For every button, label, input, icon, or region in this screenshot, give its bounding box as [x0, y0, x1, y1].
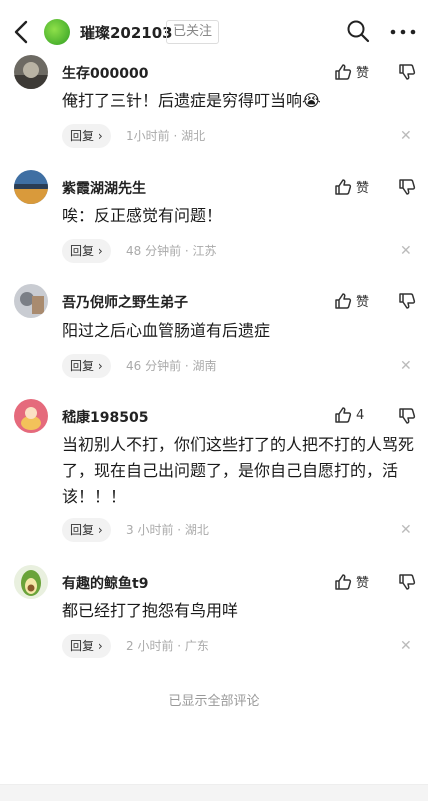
all-comments-shown-label: 已显示全部评论 [168, 694, 260, 709]
account-name[interactable]: 璀璨202103 [80, 22, 173, 43]
close-icon[interactable]: ✕ [400, 518, 412, 542]
like-count: 赞 [356, 66, 370, 81]
like-count: 赞 [356, 576, 370, 591]
comment-text: 阳过之后心血管肠道有后遗症 [62, 321, 271, 340]
comment-meta: 1小时前 · 湖北 [126, 129, 206, 143]
thumbs-up-icon [335, 407, 352, 423]
comment-location: 广东 [184, 639, 209, 653]
reply-label: 回复 [70, 129, 95, 143]
user-avatar[interactable] [14, 565, 48, 599]
thumbs-up-icon [335, 292, 352, 309]
thumbs-down-icon[interactable] [398, 292, 416, 310]
reply-button[interactable]: 回复 › [62, 634, 111, 658]
reply-button[interactable]: 回复 › [62, 124, 111, 148]
close-icon[interactable]: ✕ [400, 634, 412, 658]
comment-meta: 46 分钟前 · 湖南 [126, 359, 217, 373]
comment-meta: 48 分钟前 · 江苏 [126, 244, 217, 258]
like-button[interactable]: 4 [334, 406, 364, 424]
comment-time: 46 分钟前 [126, 359, 182, 373]
comment-time: 3 小时前 [126, 523, 174, 537]
comment-meta: 2 小时前 · 广东 [126, 639, 209, 653]
comment-text: 都已经打了抱怨有鸟用咩 [62, 601, 239, 620]
thumbs-down-icon[interactable] [398, 573, 416, 591]
close-icon[interactable]: ✕ [400, 239, 412, 263]
comment-text: 唉：反正感觉有问题！ [62, 206, 223, 225]
comment-location: 湖南 [192, 359, 217, 373]
user-avatar[interactable] [14, 170, 48, 204]
reply-label: 回复 [70, 359, 95, 373]
thumbs-down-icon[interactable] [398, 407, 416, 425]
like-button[interactable]: 赞 [334, 291, 369, 310]
reply-button[interactable]: 回复 › [62, 239, 111, 263]
user-avatar[interactable] [14, 55, 48, 89]
comment-username[interactable]: 生存000000 [62, 63, 148, 83]
comment-text: 俺打了三针！后遗症是穷得叮当响😭 [62, 91, 321, 110]
comment-input-bar[interactable] [0, 784, 428, 801]
like-count: 赞 [356, 295, 370, 310]
reply-button[interactable]: 回复 › [62, 518, 111, 542]
comment-location: 江苏 [192, 244, 217, 258]
comment-username[interactable]: 紫霞湖湖先生 [62, 178, 146, 198]
close-icon[interactable]: ✕ [400, 124, 412, 148]
comment-location: 湖北 [181, 129, 206, 143]
thumbs-down-icon[interactable] [398, 178, 416, 196]
comment-text: 当初别人不打，你们这些打了的人把不打的人骂死了，现在自己出问题了，是你自己自愿打… [62, 435, 415, 506]
comment-location: 湖北 [184, 523, 209, 537]
thumbs-down-icon[interactable] [398, 63, 416, 81]
search-icon[interactable] [346, 19, 370, 43]
like-button[interactable]: 赞 [334, 62, 369, 81]
comment-time: 48 分钟前 [126, 244, 182, 258]
like-button[interactable]: 赞 [334, 572, 369, 591]
comment-username[interactable]: 嵇康198505 [62, 407, 148, 427]
thumbs-up-icon [335, 178, 352, 195]
comment-meta: 3 小时前 · 湖北 [126, 523, 209, 537]
comment-username[interactable]: 有趣的鲸鱼t9 [62, 573, 148, 593]
comment-username[interactable]: 吾乃倪师之野生弟子 [62, 292, 188, 312]
like-count: 赞 [356, 181, 370, 196]
user-avatar[interactable] [14, 399, 48, 433]
comment-time: 1小时前 [126, 129, 170, 143]
user-avatar[interactable] [14, 284, 48, 318]
account-avatar[interactable] [44, 19, 70, 45]
comment-time: 2 小时前 [126, 639, 174, 653]
more-options-icon[interactable] [390, 29, 416, 35]
thumbs-up-icon [335, 573, 352, 590]
thumbs-up-icon [335, 63, 352, 80]
top-bar: 璀璨202103 已关注 [0, 0, 428, 64]
reply-label: 回复 [70, 523, 95, 537]
like-button[interactable]: 赞 [334, 177, 369, 196]
reply-label: 回复 [70, 639, 95, 653]
like-count: 4 [356, 407, 365, 423]
reply-button[interactable]: 回复 › [62, 354, 111, 378]
back-arrow-icon[interactable] [10, 18, 34, 46]
close-icon[interactable]: ✕ [400, 354, 412, 378]
reply-label: 回复 [70, 244, 95, 258]
follow-status-badge[interactable]: 已关注 [166, 20, 220, 44]
